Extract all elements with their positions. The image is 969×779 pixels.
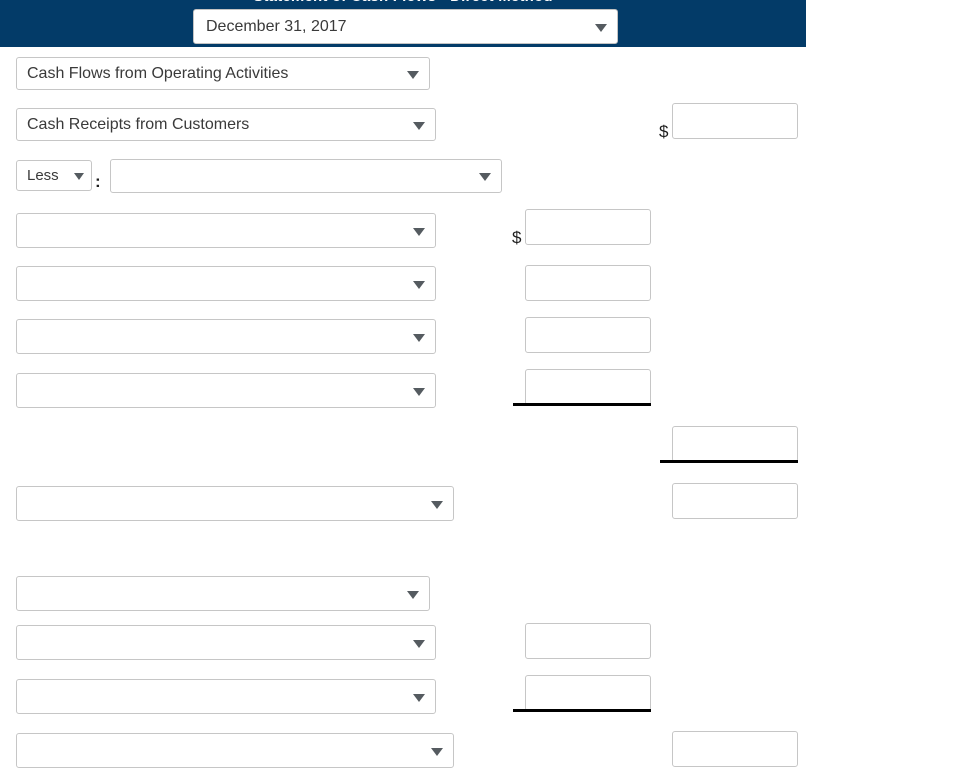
chevron-down-icon: [413, 639, 425, 648]
cash-receipts-select[interactable]: Cash Receipts from Customers: [16, 108, 436, 141]
statement-header-bar: Statement of Cash Flows - Direct Method …: [0, 0, 806, 47]
chevron-down-icon: [413, 121, 425, 130]
dollar-sign-payments: $: [512, 228, 522, 247]
chevron-down-icon: [413, 280, 425, 289]
operating-total-rule: [660, 460, 798, 463]
net-change-select[interactable]: [16, 733, 454, 768]
cash-receipts-amount-input[interactable]: [672, 103, 798, 139]
financing-select-2[interactable]: [16, 679, 436, 714]
chevron-down-icon: [413, 693, 425, 702]
less-detail-select[interactable]: [110, 159, 502, 193]
less-select[interactable]: Less: [16, 160, 92, 191]
financing-select-1[interactable]: [16, 625, 436, 660]
payment-select-1[interactable]: [16, 213, 436, 248]
chevron-down-icon: [413, 227, 425, 236]
payment-amount-input-1[interactable]: [525, 209, 651, 245]
financing-amount-input-2[interactable]: [525, 675, 651, 711]
chevron-down-icon: [413, 387, 425, 396]
section-heading-value: Cash Flows from Operating Activities: [27, 65, 289, 82]
financing-heading-select[interactable]: [16, 576, 430, 611]
section-heading-select[interactable]: Cash Flows from Operating Activities: [16, 57, 430, 90]
payment-select-2[interactable]: [16, 266, 436, 301]
less-colon: :: [95, 172, 101, 191]
chevron-down-icon: [479, 173, 491, 181]
payment-select-4[interactable]: [16, 373, 436, 408]
chevron-down-icon: [407, 70, 419, 79]
operating-total-input[interactable]: [672, 426, 798, 462]
chevron-down-icon: [407, 590, 419, 599]
payment-select-3[interactable]: [16, 319, 436, 354]
cash-receipts-value: Cash Receipts from Customers: [27, 116, 250, 133]
less-select-value: Less: [27, 167, 59, 184]
chevron-down-icon: [431, 500, 443, 509]
period-date-value: December 31, 2017: [206, 18, 347, 35]
investing-heading-select[interactable]: [16, 486, 454, 521]
payment-amount-input-4[interactable]: [525, 369, 651, 405]
dollar-sign-receipts: $: [659, 122, 669, 141]
chevron-down-icon: [595, 23, 607, 32]
payment-amount-input-2[interactable]: [525, 265, 651, 301]
period-date-select[interactable]: December 31, 2017: [193, 9, 618, 44]
financing-amount-input-1[interactable]: [525, 623, 651, 659]
investing-total-input[interactable]: [672, 483, 798, 519]
net-change-amount-input[interactable]: [672, 731, 798, 767]
payments-subtotal-rule: [513, 403, 651, 406]
chevron-down-icon: [74, 172, 84, 180]
chevron-down-icon: [431, 747, 443, 756]
payment-amount-input-3[interactable]: [525, 317, 651, 353]
page-title: Statement of Cash Flows - Direct Method: [0, 0, 806, 5]
chevron-down-icon: [413, 333, 425, 342]
financing-subtotal-rule: [513, 709, 651, 712]
